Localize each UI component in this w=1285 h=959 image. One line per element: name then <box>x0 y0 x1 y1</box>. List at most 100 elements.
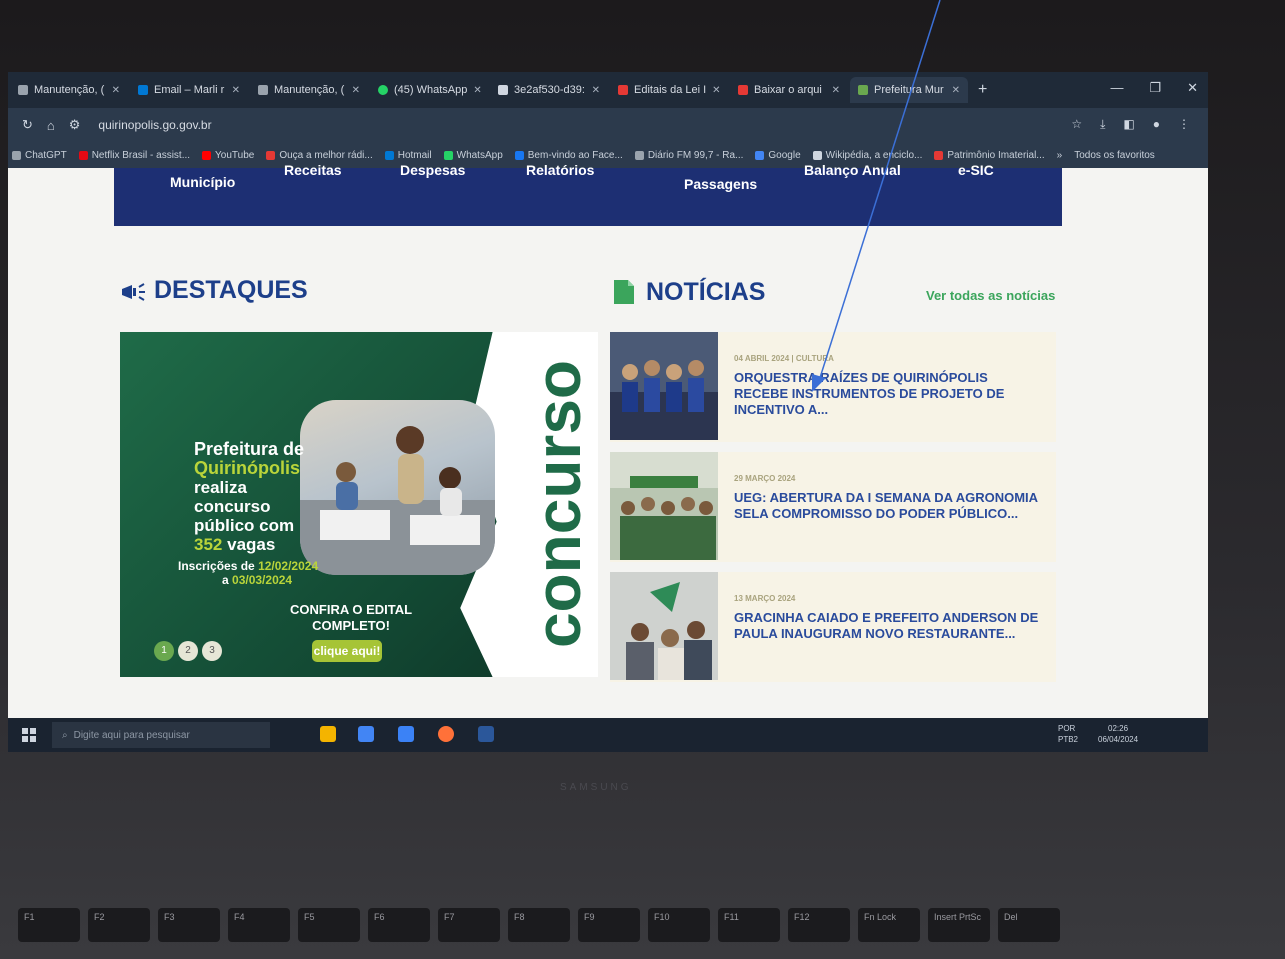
keyboard-key: F12 <box>788 908 850 942</box>
profile-icon[interactable]: ● <box>1153 117 1160 132</box>
close-icon[interactable]: ✕ <box>832 85 840 96</box>
bookmarks-more-button[interactable]: » <box>1057 150 1063 161</box>
news-item[interactable]: 29 MARÇO 2024 UEG: ABERTURA DA I SEMANA … <box>610 452 1056 562</box>
menu-item-municipio[interactable]: Município <box>170 174 235 190</box>
sidebar-icon[interactable]: ◧ <box>1123 117 1134 132</box>
browser-tab[interactable]: Editais da Lei I ✕ <box>610 77 728 103</box>
menu-item-esic[interactable]: e-SIC <box>958 162 994 178</box>
banner-line3: realiza <box>194 478 247 497</box>
banner-line4: concurso <box>194 497 271 516</box>
site-info-icon[interactable]: ⚙ <box>69 117 81 133</box>
browser-tab[interactable]: Email – Marli r ✕ <box>130 77 248 103</box>
close-icon[interactable]: ✕ <box>592 85 600 96</box>
menu-item-relatorios[interactable]: Relatórios <box>526 162 594 178</box>
menu-item-balanco[interactable]: Balanço Anual <box>804 162 901 178</box>
destaques-banner[interactable]: concurso Prefeitura de Quirinópolis real… <box>120 332 598 677</box>
browser-tab-active[interactable]: Prefeitura Mur ✕ <box>850 77 968 103</box>
reload-icon[interactable]: ↻ <box>22 117 33 133</box>
banner-vagas: 352 vagas <box>194 535 276 554</box>
browser-tab[interactable]: 3e2af530-d39: ✕ <box>490 77 608 103</box>
carousel-dot[interactable]: 1 <box>154 641 174 661</box>
url-field[interactable]: quirinopolis.go.gov.br <box>98 118 211 132</box>
tab-favicon-icon <box>258 85 268 95</box>
firefox-icon[interactable] <box>438 726 454 742</box>
address-bar-actions: ☆ ⤓ ◧ ● ⋮ <box>1071 117 1190 132</box>
bookmark-item[interactable]: WhatsApp <box>443 150 503 161</box>
close-icon[interactable]: ✕ <box>473 85 481 96</box>
noticias-title: NOTÍCIAS <box>646 278 766 306</box>
menu-item-passagens[interactable]: Passagens <box>684 176 757 192</box>
banner-inscricoes: Inscrições de 12/02/2024 a 03/03/2024 <box>178 559 319 587</box>
close-icon[interactable]: ✕ <box>232 85 240 96</box>
bookmark-item[interactable]: Hotmail <box>384 150 432 161</box>
new-tab-button[interactable]: + <box>978 81 987 99</box>
bookmark-favicon-icon <box>634 150 644 160</box>
close-icon[interactable]: ✕ <box>952 85 960 96</box>
bookmark-item[interactable]: Diário FM 99,7 - Ra... <box>634 150 743 161</box>
download-icon[interactable]: ⤓ <box>1100 117 1105 132</box>
carousel-dot[interactable]: 2 <box>178 641 198 661</box>
windows-start-icon[interactable] <box>22 728 36 742</box>
megaphone-icon <box>122 283 145 301</box>
system-tray-lang[interactable]: POR PTB2 <box>1058 723 1078 745</box>
tab-favicon-icon <box>138 85 148 95</box>
chrome-icon[interactable] <box>358 726 374 742</box>
keyboard-key: F10 <box>648 908 710 942</box>
app-icon[interactable] <box>398 726 414 742</box>
bookmark-favicon-icon <box>266 150 276 160</box>
news-title[interactable]: GRACINHA CAIADO E PREFEITO ANDERSON DE P… <box>734 610 1039 642</box>
taskbar-search[interactable]: ⌕ Digite aqui para pesquisar <box>52 722 270 748</box>
maximize-icon[interactable]: ❐ <box>1149 80 1161 96</box>
banner-line1: Prefeitura de <box>194 439 305 459</box>
carousel-pagination: 1 2 3 <box>154 641 222 661</box>
menu-icon[interactable]: ⋮ <box>1178 117 1190 132</box>
window-controls: — ❐ ✕ <box>1110 80 1198 96</box>
minimize-icon[interactable]: — <box>1110 80 1123 96</box>
close-icon[interactable]: ✕ <box>112 85 120 96</box>
news-title[interactable]: UEG: ABERTURA DA I SEMANA DA AGRONOMIA S… <box>734 490 1039 522</box>
bookmark-item[interactable]: Patrimônio Imaterial... <box>934 150 1045 161</box>
menu-item-despesas[interactable]: Despesas <box>400 162 465 178</box>
tab-favicon-icon <box>738 85 748 95</box>
bookmark-item[interactable]: Wikipédia, a enciclo... <box>812 150 922 161</box>
close-window-icon[interactable]: ✕ <box>1187 80 1198 96</box>
news-title[interactable]: ORQUESTRA RAÍZES DE QUIRINÓPOLIS RECEBE … <box>734 370 1039 418</box>
bookmark-item[interactable]: Netflix Brasil - assist... <box>78 150 190 161</box>
browser-tab[interactable]: Manutenção, (✕ <box>250 77 368 103</box>
browser-tab[interactable]: Baixar o arqui ✕ <box>730 77 848 103</box>
laptop-screen: Manutenção, (✕ Email – Marli r ✕ Manutenç… <box>8 72 1208 752</box>
keyboard-key: F1 <box>18 908 80 942</box>
news-item[interactable]: 04 ABRIL 2024 | CULTURA ORQUESTRA RAÍZES… <box>610 332 1056 442</box>
bookmark-item[interactable]: Google <box>755 150 801 161</box>
news-item[interactable]: 13 MARÇO 2024 GRACINHA CAIADO E PREFEITO… <box>610 572 1056 682</box>
keyboard-key: F11 <box>718 908 780 942</box>
web-page: Município Receitas Despesas Relatórios P… <box>8 162 1208 718</box>
bookmark-favicon-icon <box>514 150 524 160</box>
menu-item-receitas[interactable]: Receitas <box>284 162 342 178</box>
home-icon[interactable]: ⌂ <box>47 118 55 133</box>
classroom-illustration <box>300 426 495 575</box>
close-icon[interactable]: ✕ <box>712 85 720 96</box>
news-thumbnail <box>610 572 718 680</box>
word-icon[interactable] <box>478 726 494 742</box>
taskbar-clock[interactable]: 02:26 06/04/2024 <box>1098 723 1138 745</box>
bookmark-favicon-icon <box>812 150 822 160</box>
file-explorer-icon[interactable] <box>320 726 336 742</box>
news-date: 13 MARÇO 2024 <box>734 594 796 603</box>
bookmark-item[interactable]: Bem-vindo ao Face... <box>514 150 623 161</box>
whatsapp-icon <box>378 85 388 95</box>
banner-cta-text: CONFIRA O EDITAL COMPLETO! <box>290 602 413 633</box>
close-icon[interactable]: ✕ <box>352 85 360 96</box>
carousel-dot[interactable]: 3 <box>202 641 222 661</box>
bookmark-item[interactable]: Ouça a melhor rádi... <box>266 150 373 161</box>
bookmark-favicon-icon <box>78 150 88 160</box>
browser-tab[interactable]: Manutenção, (✕ <box>10 77 128 103</box>
bookmark-item[interactable]: YouTube <box>202 150 254 161</box>
banner-click-here-button[interactable]: clique aqui! <box>312 640 382 662</box>
browser-tab[interactable]: (45) WhatsApp ✕ <box>370 77 488 103</box>
star-icon[interactable]: ☆ <box>1071 117 1082 132</box>
bookmark-item[interactable]: ChatGPT <box>12 150 67 161</box>
all-favorites-folder[interactable]: Todos os favoritos <box>1074 150 1155 161</box>
keyboard-key: F6 <box>368 908 430 942</box>
see-all-news-link[interactable]: Ver todas as notícias <box>926 288 1055 303</box>
